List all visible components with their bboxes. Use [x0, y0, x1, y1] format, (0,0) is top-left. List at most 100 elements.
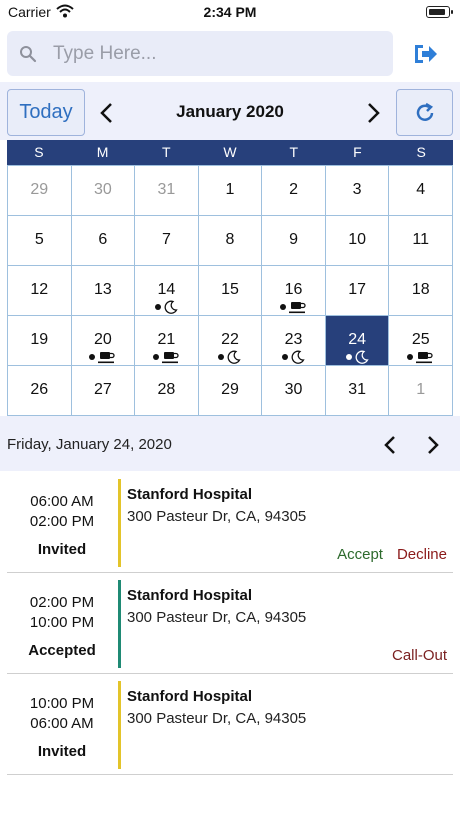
logout-icon	[415, 45, 437, 63]
logout-button[interactable]	[404, 36, 448, 72]
accept-button[interactable]: Accept	[337, 546, 383, 563]
day-cell[interactable]: 15	[198, 266, 263, 316]
search-input[interactable]	[53, 39, 383, 69]
selected-date-label: Friday, January 24, 2020	[7, 436, 172, 453]
shift-card[interactable]: 06:00 AM 02:00 PM Invited Stanford Hospi…	[7, 472, 453, 573]
shift-card[interactable]: 02:00 PM 10:00 PM Accepted Stanford Hosp…	[7, 573, 453, 674]
day-number: 31	[348, 381, 367, 398]
day-number: 7	[161, 231, 171, 248]
day-number: 29	[30, 181, 49, 198]
day-cell[interactable]: 17	[325, 266, 390, 316]
day-number: 30	[284, 381, 303, 398]
day-cell[interactable]: 26	[8, 366, 72, 416]
shift-start-time: 02:00 PM	[29, 594, 95, 611]
day-number: 8	[225, 231, 235, 248]
day-cell[interactable]: 1	[389, 366, 453, 416]
shift-markers	[135, 349, 198, 365]
hospital-name: Stanford Hospital	[127, 688, 253, 705]
call-out-button[interactable]: Call-Out	[392, 647, 447, 664]
day-cell[interactable]: 8	[198, 216, 263, 266]
day-cell[interactable]: 29	[8, 166, 72, 216]
shift-card[interactable]: 10:00 PM 06:00 AM Invited Stanford Hospi…	[7, 674, 453, 775]
hospital-name: Stanford Hospital	[127, 486, 253, 503]
shift-start-time: 10:00 PM	[29, 695, 95, 712]
day-cell[interactable]: 20	[71, 316, 136, 366]
day-cell[interactable]: 10	[325, 216, 390, 266]
day-cell[interactable]: 18	[389, 266, 453, 316]
day-number: 1	[225, 181, 235, 198]
day-cell[interactable]: 5	[8, 216, 72, 266]
day-number: 19	[30, 331, 49, 348]
day-cell[interactable]: 12	[8, 266, 72, 316]
day-cell[interactable]: 1	[198, 166, 263, 216]
coffee-cup-icon	[161, 351, 179, 363]
weekday-label: W	[223, 144, 237, 160]
day-number: 10	[348, 231, 367, 248]
day-cell[interactable]: 4	[389, 166, 453, 216]
day-cell-selected[interactable]: 24	[325, 316, 390, 366]
refresh-button[interactable]	[396, 89, 453, 136]
day-number: 27	[93, 381, 112, 398]
day-cell[interactable]: 28	[135, 366, 199, 416]
shift-times: 06:00 AM 02:00 PM	[7, 492, 117, 532]
status-bar: Carrier 2:34 PM	[0, 0, 460, 26]
shift-dot	[282, 354, 289, 360]
shift-end-time: 02:00 PM	[29, 513, 95, 530]
shift-times: 02:00 PM 10:00 PM	[7, 593, 117, 633]
day-cell[interactable]: 7	[135, 216, 199, 266]
day-number: 31	[157, 181, 176, 198]
day-cell[interactable]: 22	[198, 316, 263, 366]
day-cell[interactable]: 30	[262, 366, 326, 416]
shift-markers	[72, 349, 135, 365]
next-day-icon[interactable]	[423, 434, 443, 456]
today-button[interactable]: Today	[7, 89, 85, 136]
day-cell[interactable]: 31	[135, 166, 199, 216]
day-number: 29	[221, 381, 239, 398]
shift-status: Invited	[37, 743, 87, 760]
day-cell[interactable]: 14	[135, 266, 199, 316]
shift-times: 10:00 PM 06:00 AM	[7, 694, 117, 734]
shift-dot	[89, 354, 96, 360]
previous-month-icon[interactable]	[96, 100, 118, 126]
shift-dot	[218, 354, 225, 360]
shift-dot	[154, 304, 161, 310]
day-cell[interactable]: 25	[389, 316, 453, 366]
weekday-label: F	[353, 144, 362, 160]
day-number: 18	[411, 281, 430, 298]
day-cell[interactable]: 11	[389, 216, 453, 266]
day-cell[interactable]: 13	[71, 266, 136, 316]
day-cell[interactable]: 23	[262, 316, 326, 366]
weekday-label: S	[34, 144, 44, 160]
coffee-cup-icon	[289, 301, 306, 313]
decline-button[interactable]: Decline	[397, 546, 447, 563]
day-cell[interactable]: 29	[198, 366, 263, 416]
day-cell[interactable]: 19	[8, 316, 72, 366]
day-cell[interactable]: 21	[135, 316, 199, 366]
hospital-name: Stanford Hospital	[127, 587, 253, 604]
day-cell[interactable]: 9	[262, 216, 326, 266]
day-number: 25	[411, 331, 430, 348]
day-cell[interactable]: 30	[71, 166, 136, 216]
weekday-label: S	[416, 144, 426, 160]
status-color-bar	[118, 479, 121, 567]
day-number: 17	[348, 281, 367, 298]
weekday-label: M	[96, 144, 109, 160]
day-number: 16	[284, 281, 303, 298]
shift-dot	[345, 354, 352, 360]
shift-dot	[280, 304, 287, 310]
day-cell[interactable]: 16	[262, 266, 326, 316]
day-cell[interactable]: 2	[262, 166, 326, 216]
day-number: 14	[157, 281, 176, 298]
battery-icon	[426, 6, 453, 18]
day-cell[interactable]: 31	[325, 366, 390, 416]
day-number: 26	[30, 381, 49, 398]
calendar-header: Today January 2020	[0, 82, 460, 140]
day-cell[interactable]: 6	[71, 216, 136, 266]
month-grid: 29 30 31 1 2 3 4 5 6 7 8 9 10 11 12 13 1…	[7, 165, 453, 416]
day-number: 20	[93, 331, 112, 348]
day-cell[interactable]: 3	[325, 166, 390, 216]
day-cell[interactable]: 27	[71, 366, 136, 416]
previous-day-icon[interactable]	[380, 434, 400, 456]
next-month-icon[interactable]	[362, 100, 384, 126]
day-number: 5	[34, 231, 44, 248]
